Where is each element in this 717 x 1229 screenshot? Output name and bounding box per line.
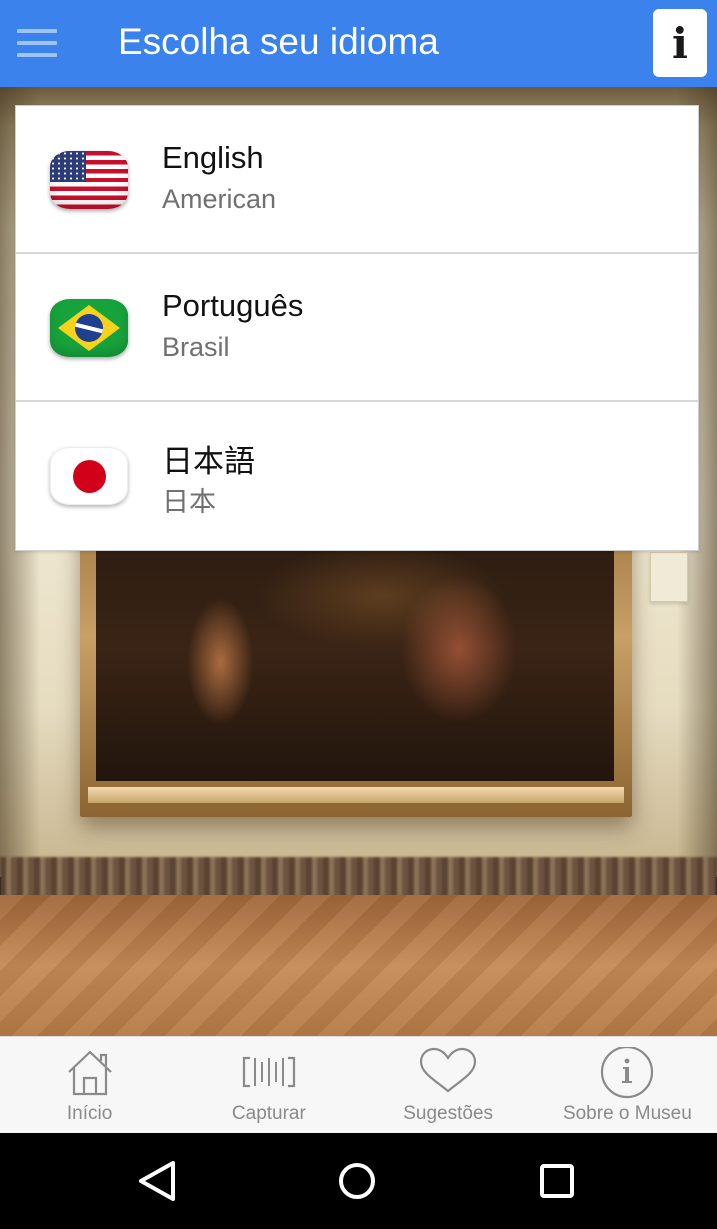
- wall-plaque: [650, 552, 688, 602]
- language-item-portuguese[interactable]: Português Brasil: [16, 254, 698, 402]
- language-name: English: [162, 140, 264, 175]
- tab-label: Sugestões: [403, 1103, 494, 1124]
- parquet-floor: [0, 895, 717, 1037]
- app-screen: Escolha seu idioma i English American Po…: [0, 0, 717, 1229]
- brazil-flag-band: [75, 321, 103, 335]
- language-list: English American Português Brasil 日本語 日本: [15, 105, 699, 551]
- app-bar: Escolha seu idioma i: [0, 0, 717, 87]
- bottom-tab-bar: Início Capturar Sugestões Sobre o Museu: [0, 1036, 717, 1133]
- painting-ledge: [88, 787, 624, 803]
- tab-sobre-o-museu[interactable]: Sobre o Museu: [538, 1037, 717, 1134]
- tab-label: Sobre o Museu: [562, 1103, 692, 1124]
- tab-sugestoes[interactable]: Sugestões: [359, 1037, 538, 1134]
- tab-label: Capturar: [231, 1103, 306, 1124]
- brazil-flag-globe: [75, 314, 103, 342]
- back-icon[interactable]: [133, 1159, 181, 1203]
- us-flag-canton: [50, 151, 86, 182]
- page-title: Escolha seu idioma: [118, 21, 439, 62]
- home-icon: [67, 1050, 112, 1096]
- tab-capturar[interactable]: Capturar: [179, 1037, 358, 1134]
- menu-icon-line: [17, 41, 57, 45]
- painting-frame: [80, 517, 632, 817]
- language-region: Brasil: [162, 332, 230, 362]
- info-button[interactable]: i: [653, 9, 707, 77]
- recent-apps-icon[interactable]: [533, 1159, 581, 1203]
- us-flag-icon: [50, 151, 128, 209]
- language-name: Português: [162, 288, 304, 323]
- language-item-japanese[interactable]: 日本語 日本: [16, 402, 698, 548]
- info-circle-icon: [601, 1047, 654, 1099]
- language-name: 日本語: [162, 444, 255, 480]
- menu-icon-line: [17, 53, 57, 57]
- baseboard: [0, 857, 717, 897]
- painting-canvas: [96, 517, 614, 781]
- menu-icon-line: [17, 29, 57, 33]
- tab-inicio[interactable]: Início: [0, 1037, 179, 1134]
- japan-flag-icon: [50, 447, 128, 505]
- japan-flag-sun: [73, 460, 106, 493]
- barcode-icon: [242, 1056, 295, 1088]
- menu-button[interactable]: [10, 20, 64, 66]
- system-navigation-bar: [0, 1133, 717, 1229]
- brazil-flag-icon: [50, 299, 128, 357]
- heart-icon: [420, 1047, 477, 1093]
- language-region: 日本: [162, 487, 216, 518]
- tab-label: Início: [66, 1103, 113, 1124]
- language-region: American: [162, 184, 277, 214]
- language-item-english[interactable]: English American: [16, 106, 698, 254]
- home-circle-icon[interactable]: [333, 1159, 381, 1203]
